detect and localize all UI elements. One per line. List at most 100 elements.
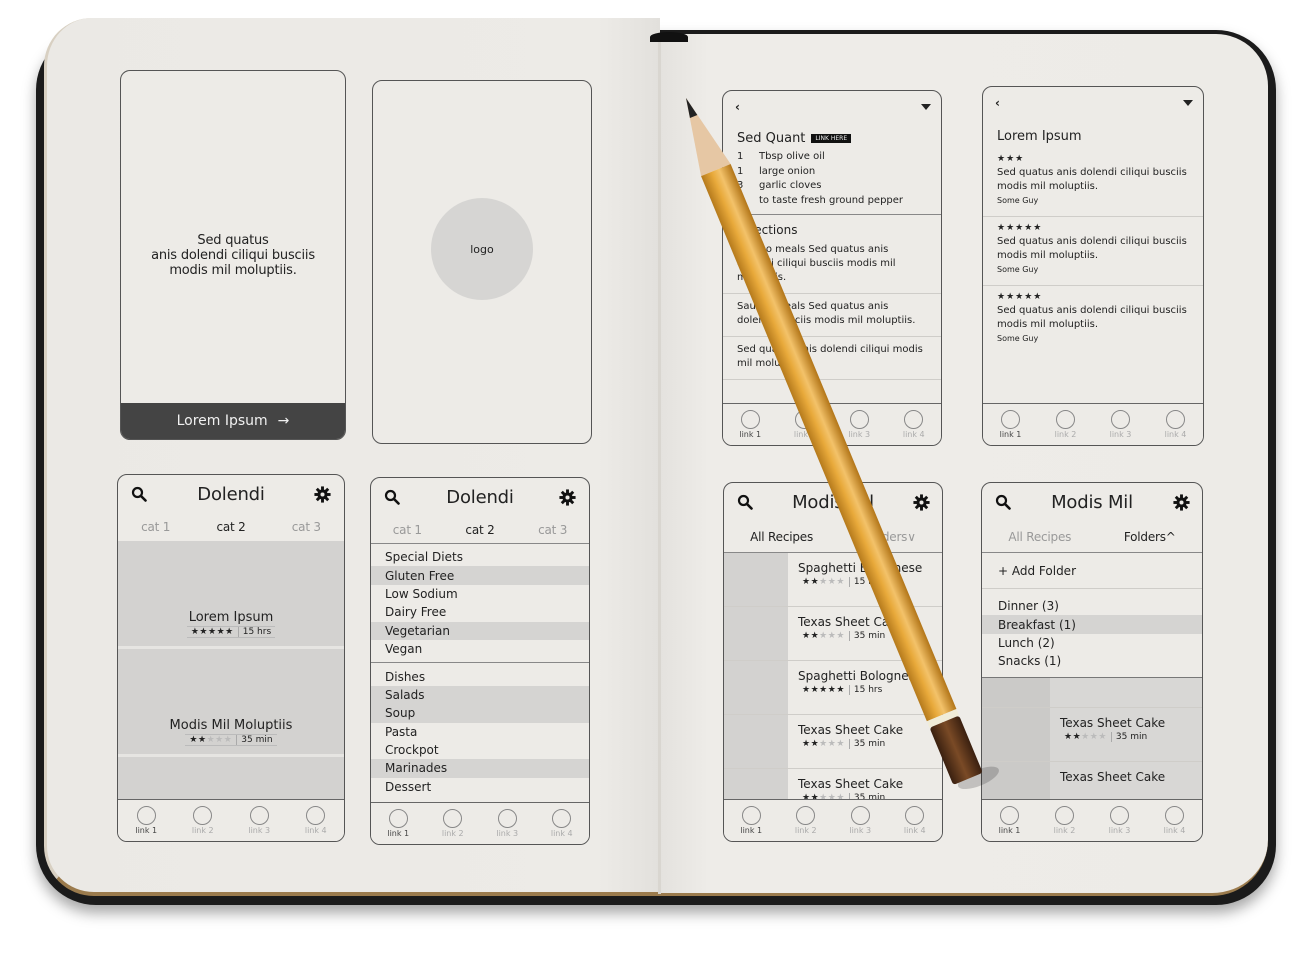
recipe-row[interactable]: Spaghetti Bolognese ★★★★★ 15 hrs	[724, 661, 942, 715]
tabbar-item-4[interactable]: link 4	[551, 809, 573, 838]
recipe-card[interactable]: Modis Mil Moluptiis ★★★★★ 35 min	[118, 649, 344, 757]
tab-cat-3[interactable]: cat 3	[292, 520, 321, 534]
list-item[interactable]: Soup	[371, 704, 589, 723]
dropdown-caret-icon[interactable]	[921, 104, 931, 110]
recipe-thumbnail	[724, 661, 788, 714]
rating-meta: ★★★★★ 35 min	[1060, 731, 1202, 742]
back-chevron-icon[interactable]: ‹	[735, 100, 740, 114]
recipe-list: Texas Sheet Cake ★★★★★ 35 min Texas Sheet C…	[982, 677, 1202, 816]
list-section: Special Diets Gluten Free Low Sodium Dairy …	[371, 544, 589, 664]
tabbar-label: link 1	[739, 430, 762, 439]
tabbar-item-1[interactable]: link 1	[999, 806, 1020, 835]
link-badge[interactable]: LINK HERE	[811, 134, 852, 143]
ingredient-qty: 1	[737, 151, 744, 162]
tab-cat-2[interactable]: cat 2	[216, 520, 245, 534]
tabbar-item-4[interactable]: link 4	[1165, 410, 1186, 439]
list-item[interactable]: Pasta	[371, 723, 589, 741]
tabbar-item-4[interactable]: link 4	[904, 806, 926, 835]
add-folder-button[interactable]: + Add Folder	[982, 553, 1202, 589]
list-item[interactable]: Marinades	[371, 759, 589, 778]
list-item[interactable]: Dishes	[371, 667, 589, 685]
tab-all-recipes[interactable]: All Recipes	[1008, 530, 1071, 544]
circle-icon	[795, 410, 815, 429]
star-icon: ★	[223, 735, 233, 745]
list-item[interactable]: Gluten Free	[371, 566, 589, 585]
tab-all-recipes[interactable]: All Recipes	[750, 530, 813, 544]
tabbar-item-1[interactable]: link 1	[740, 806, 762, 835]
list-item[interactable]: Special Diets	[371, 548, 589, 566]
gear-icon[interactable]	[559, 488, 577, 506]
star-icon: ★	[810, 577, 820, 587]
back-chevron-icon[interactable]: ‹	[995, 96, 1000, 110]
folder-item[interactable]: Snacks (1)	[982, 652, 1202, 670]
recipe-row[interactable]: Spaghetti Bolognese ★★★★★ 15 hrs	[724, 553, 942, 607]
folder-item[interactable]: Dinner (3)	[982, 597, 1202, 615]
circle-icon	[1056, 410, 1075, 429]
recipe-row[interactable]	[982, 677, 1202, 708]
tabbar-item-4[interactable]: link 4	[1164, 806, 1185, 835]
bottom-tabbar: link 1 link 2 link 3 link 4	[983, 403, 1203, 445]
tabbar-item-1[interactable]: link 1	[1000, 410, 1021, 439]
recipe-info	[1050, 678, 1202, 707]
tabbar-item-4[interactable]: link 4	[305, 806, 327, 835]
tabbar-item-3[interactable]: link 3	[1110, 410, 1131, 439]
tabbar-item-2[interactable]: link 2	[794, 410, 816, 439]
wireframe-logo-screen: logo	[372, 80, 592, 444]
cta-button[interactable]: Lorem Ipsum →	[121, 403, 345, 439]
recipe-card[interactable]: Lorem Ipsum ★★★★★ 15 hrs	[118, 541, 344, 649]
list-item[interactable]: Vegetarian	[371, 621, 589, 640]
tabbar-item-1[interactable]: link 1	[739, 410, 761, 439]
gear-icon[interactable]	[1172, 493, 1190, 511]
tabbar-item-2[interactable]: link 2	[795, 806, 817, 835]
search-icon[interactable]	[383, 488, 401, 506]
list-item[interactable]: Dessert	[371, 778, 589, 796]
tab-cat-2[interactable]: cat 2	[465, 523, 494, 537]
star-rating: ★★★★★	[185, 735, 238, 745]
dropdown-caret-icon[interactable]	[1183, 100, 1193, 106]
tabbar-item-2[interactable]: link 2	[442, 809, 464, 838]
search-icon[interactable]	[736, 493, 754, 511]
folder-item[interactable]: Breakfast (1)	[982, 615, 1202, 634]
tabbar-item-3[interactable]: link 3	[848, 410, 870, 439]
list-item[interactable]: Salads	[371, 685, 589, 705]
list-item[interactable]: Vegan	[371, 640, 589, 658]
tabbar-item-3[interactable]: link 3	[496, 809, 518, 838]
tabbar-item-3[interactable]: link 3	[248, 806, 270, 835]
tabbar-item-4[interactable]: link 4	[903, 410, 925, 439]
tabbar-label: link 1	[740, 826, 763, 835]
tabbar-item-3[interactable]: link 3	[849, 806, 871, 835]
circle-icon	[136, 806, 156, 825]
review-author: Some Guy	[997, 334, 1039, 343]
tab-folders[interactable]: Folders^	[1124, 530, 1176, 544]
search-icon[interactable]	[130, 485, 148, 503]
folder-item[interactable]: Lunch (2)	[982, 634, 1202, 652]
recipe-list: Spaghetti Bolognese ★★★★★ 15 hrs Texas Shee…	[724, 553, 942, 823]
tabbar-item-2[interactable]: link 2	[1055, 410, 1076, 439]
list-item[interactable]: Dairy Free	[371, 603, 589, 621]
gear-icon[interactable]	[912, 493, 930, 511]
tabbar-item-1[interactable]: link 1	[387, 809, 409, 838]
list-item[interactable]: Crockpot	[371, 741, 589, 759]
star-icon: ★	[216, 627, 226, 637]
category-tabs: cat 1 cat 2 cat 3	[371, 516, 589, 544]
tabbar-label: link 4	[903, 826, 926, 835]
gear-icon[interactable]	[314, 485, 332, 503]
recipe-row[interactable]: Texas Sheet Cake ★★★★★ 35 min	[724, 607, 942, 661]
search-icon[interactable]	[994, 493, 1012, 511]
tab-cat-3[interactable]: cat 3	[538, 523, 567, 537]
recipe-row[interactable]: Texas Sheet Cake ★★★★★ 35 min	[982, 707, 1202, 762]
tabbar-item-2[interactable]: link 2	[1054, 806, 1075, 835]
tabbar-item-2[interactable]: link 2	[192, 806, 214, 835]
star-rating: ★★★★★	[1060, 731, 1112, 742]
tab-cat-1[interactable]: cat 1	[393, 523, 422, 537]
list-item[interactable]: Low Sodium	[371, 585, 589, 603]
recipe-row[interactable]: Texas Sheet Cake ★★★★★ 35 min	[724, 715, 942, 769]
circle-icon	[1110, 806, 1129, 825]
tab-folders[interactable]: Folders∨	[865, 530, 916, 544]
tab-cat-1[interactable]: cat 1	[141, 520, 170, 534]
recipe-info: Spaghetti Bolognese ★★★★★ 15 hrs	[788, 553, 942, 606]
tabbar-item-1[interactable]: link 1	[135, 806, 157, 835]
circle-icon	[741, 806, 761, 825]
circle-icon	[1055, 806, 1074, 825]
tabbar-item-3[interactable]: link 3	[1109, 806, 1130, 835]
